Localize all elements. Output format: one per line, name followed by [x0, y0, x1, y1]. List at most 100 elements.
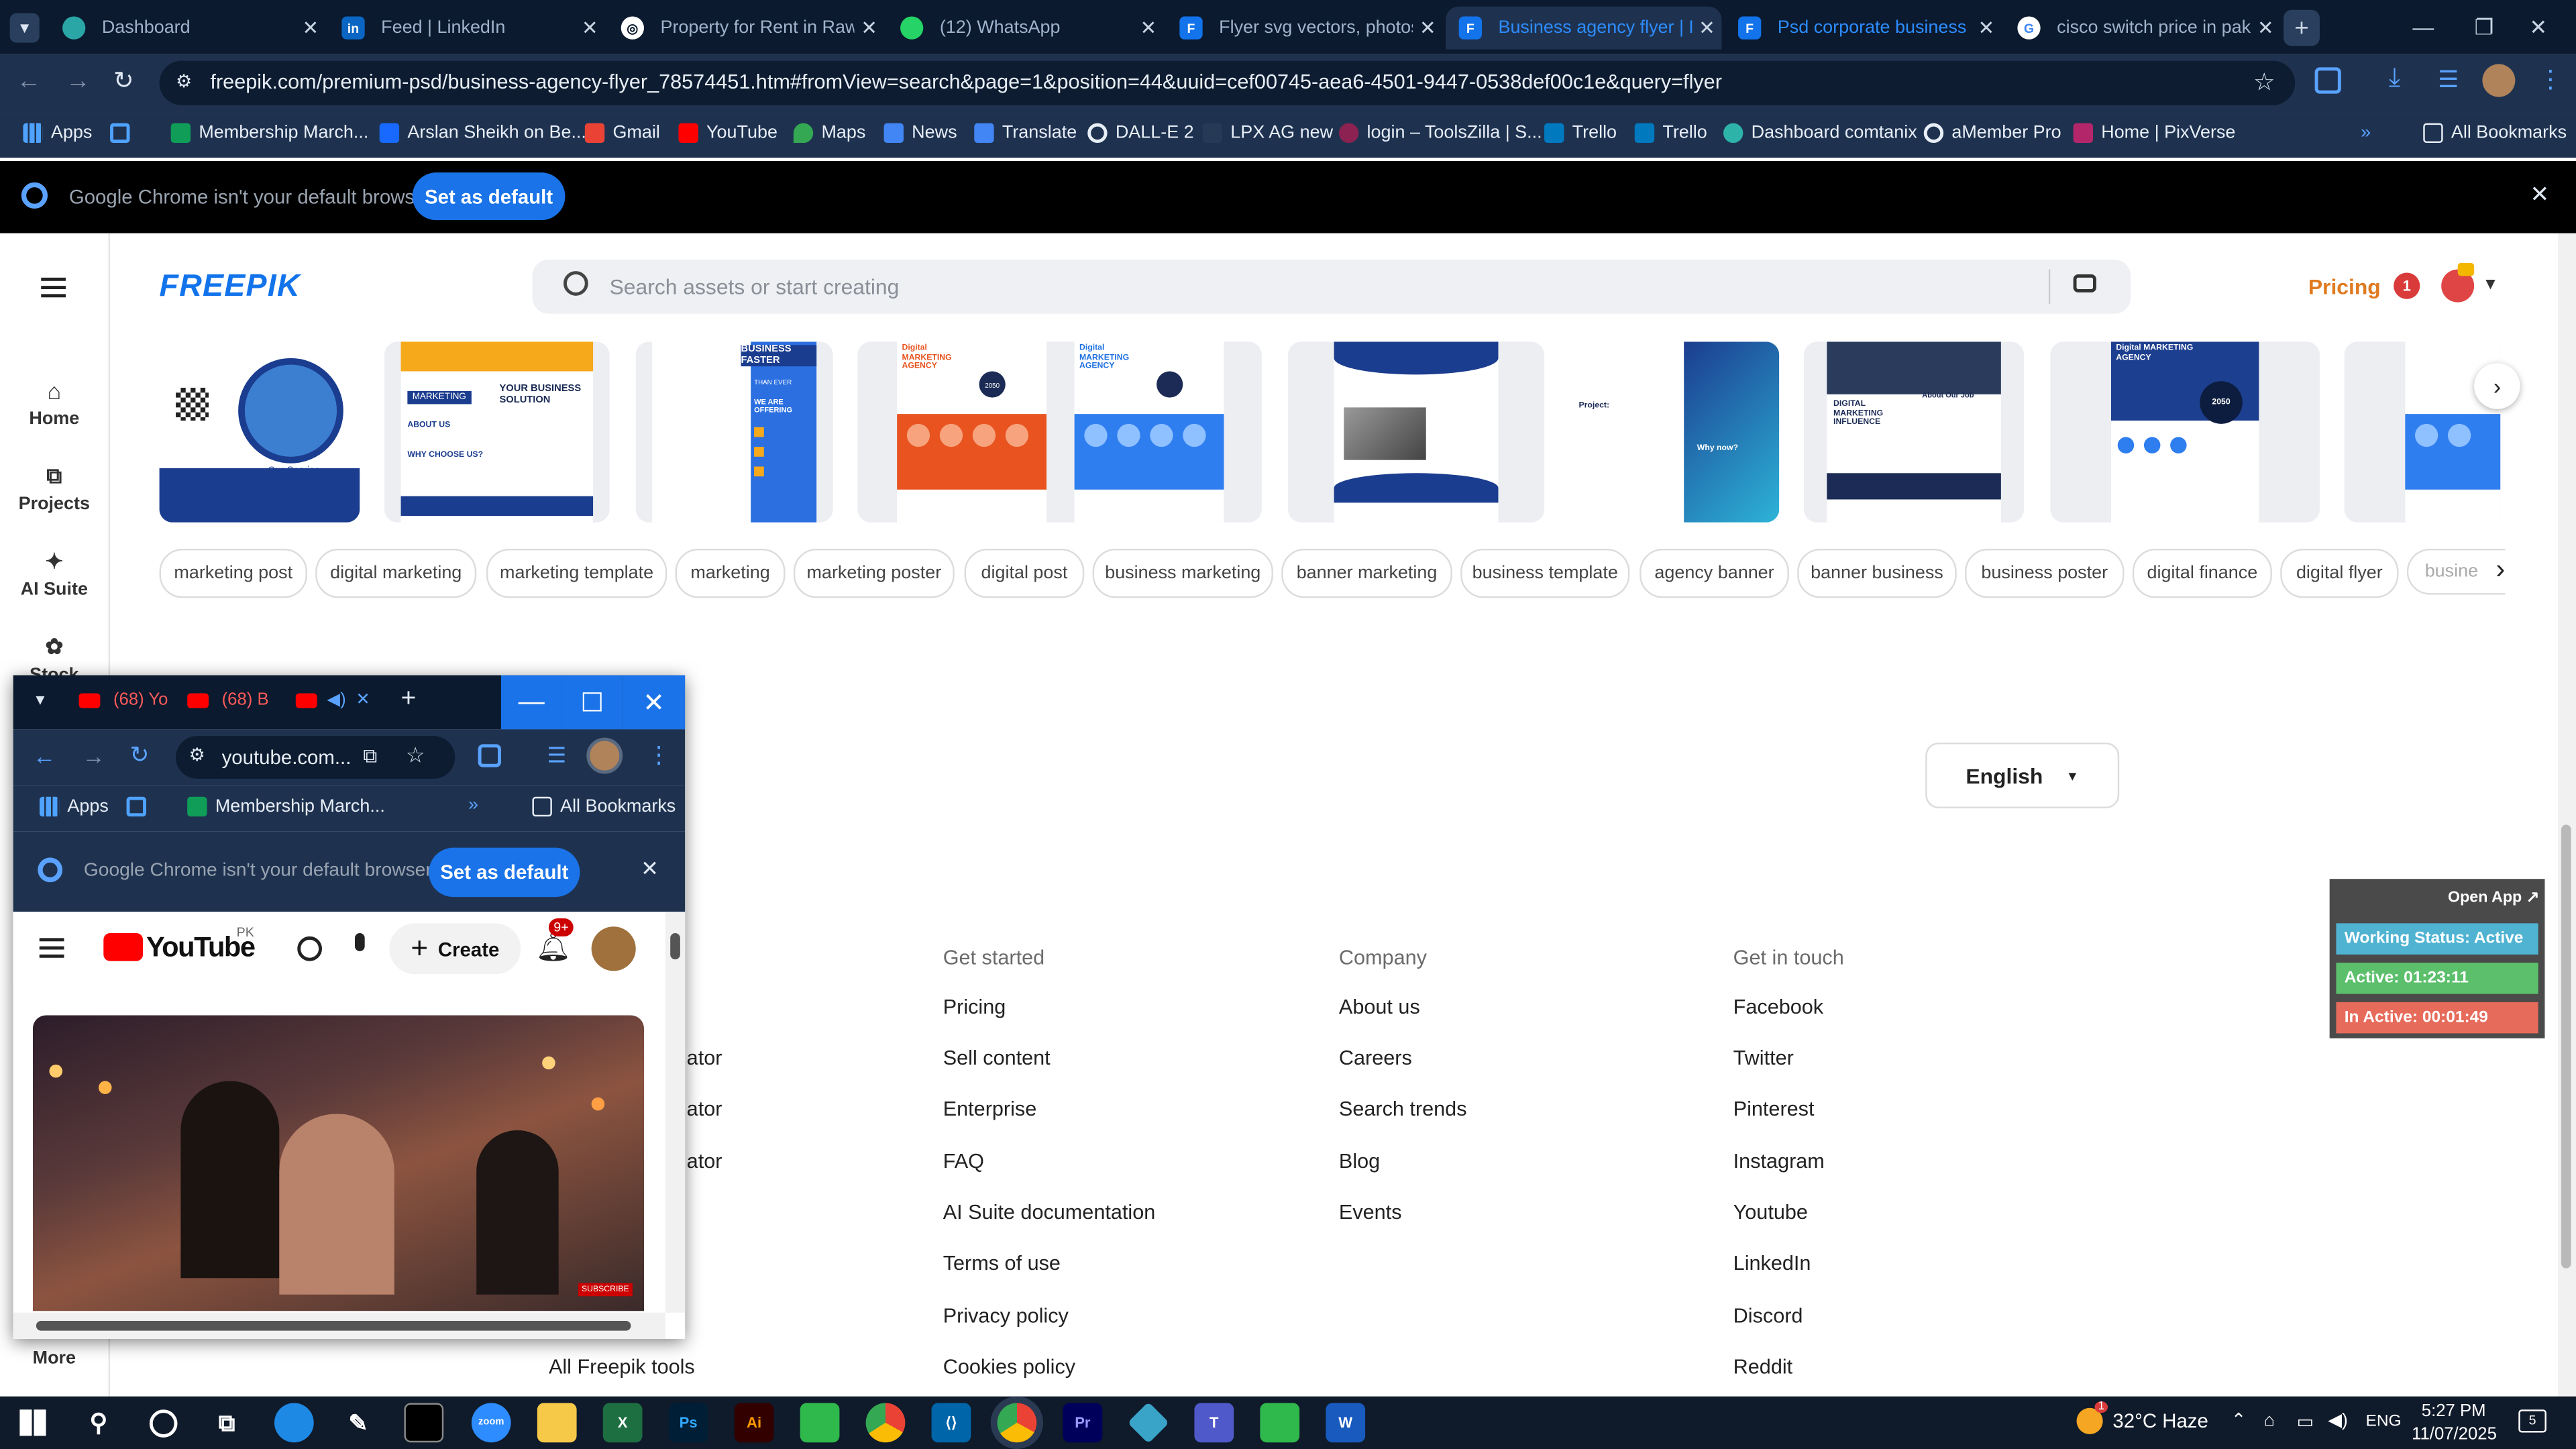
- bookmark-news[interactable]: News: [883, 123, 957, 144]
- plus-icon[interactable]: +: [401, 685, 417, 714]
- bookmark-pixverse[interactable]: Home | PixVerse: [2073, 123, 2235, 144]
- teams-icon[interactable]: T: [1194, 1403, 1234, 1443]
- camera-icon[interactable]: [2073, 274, 2096, 292]
- tag-chip[interactable]: business template: [1460, 548, 1630, 598]
- related-thumbnail-4[interactable]: Digital MARKETING AGENCY 2050 Digital MA…: [857, 341, 1262, 523]
- tag-chip[interactable]: business marketing: [1092, 548, 1273, 598]
- footer-link[interactable]: Sell content: [943, 1046, 1051, 1069]
- menu-kebab-icon[interactable]: ⋮: [2538, 64, 2563, 94]
- tag-chip[interactable]: marketing post: [159, 548, 307, 598]
- excel-icon[interactable]: X: [602, 1403, 643, 1443]
- bookmark-translate[interactable]: Translate: [974, 123, 1077, 144]
- footer-link[interactable]: Instagram: [1733, 1150, 1825, 1173]
- scrollbar-thumb[interactable]: [36, 1320, 631, 1331]
- search-bar[interactable]: Search assets or start creating: [532, 259, 2131, 314]
- profile-avatar[interactable]: [2482, 64, 2516, 97]
- bookmarks-overflow-icon[interactable]: »: [2361, 123, 2371, 143]
- all-bookmarks[interactable]: All Bookmarks: [2423, 123, 2567, 144]
- footer-link[interactable]: ator: [687, 1046, 722, 1069]
- footer-link[interactable]: Events: [1339, 1201, 1402, 1224]
- close-icon[interactable]: ✕: [1413, 16, 1442, 39]
- people-icon[interactable]: ⌂: [2264, 1411, 2275, 1431]
- footer-link[interactable]: LinkedIn: [1733, 1252, 1811, 1275]
- tag-chip[interactable]: marketing poster: [793, 548, 955, 598]
- tag-chip[interactable]: agency banner: [1640, 548, 1789, 598]
- tab-business-agency-flyer[interactable]: F Business agency flyer | Pr ✕: [1446, 6, 1722, 50]
- sidebar-item-ai-suite[interactable]: ✦ AI Suite: [0, 549, 109, 600]
- all-bookmarks[interactable]: All Bookmarks: [532, 796, 676, 817]
- bookmark-dalle[interactable]: DALL-E 2: [1087, 123, 1194, 144]
- tag-chip[interactable]: digital flyer: [2280, 548, 2399, 598]
- footer-link[interactable]: All Freepik tools: [549, 1355, 695, 1378]
- close-icon[interactable]: ✕: [1134, 16, 1163, 39]
- footer-link[interactable]: Privacy policy: [943, 1304, 1069, 1327]
- url-text[interactable]: freepik.com/premium-psd/business-agency-…: [210, 70, 1721, 93]
- word-icon[interactable]: W: [1326, 1403, 1366, 1443]
- clock-date[interactable]: 11/07/2025: [2412, 1424, 2497, 1444]
- chrome-icon[interactable]: [865, 1403, 906, 1443]
- popup-tab-3[interactable]: ◀) ✕: [295, 690, 370, 710]
- tag-chip[interactable]: banner business: [1797, 548, 1957, 598]
- network-icon[interactable]: ▭: [2297, 1411, 2314, 1432]
- tab-psd-corporate[interactable]: F Psd corporate business fl ✕: [1725, 7, 2000, 50]
- bookmarks-overflow-icon[interactable]: »: [468, 795, 478, 814]
- notification-bell[interactable]: 1: [2394, 272, 2420, 299]
- tag-chip[interactable]: digital post: [964, 548, 1085, 598]
- footer-link[interactable]: Blog: [1339, 1150, 1380, 1173]
- scrollbar-thumb[interactable]: [670, 933, 680, 960]
- hamburger-menu-icon[interactable]: [39, 938, 64, 958]
- set-default-button[interactable]: Set as default: [429, 847, 580, 898]
- tab-dashboard[interactable]: Dashboard ✕: [49, 7, 325, 50]
- related-thumbnail-7[interactable]: DIGITAL MARKETING INFLUENCE About Our Jo…: [1803, 341, 2025, 523]
- cortana-icon[interactable]: [143, 1403, 182, 1442]
- chevron-up-icon[interactable]: ⌃: [2231, 1409, 2247, 1431]
- sidebar-item-projects[interactable]: ⧉ Projects: [0, 464, 109, 515]
- popup-tab-2[interactable]: (68) B: [187, 690, 269, 710]
- pricing-link[interactable]: Pricing: [2308, 274, 2381, 299]
- footer-link[interactable]: ator: [687, 1097, 722, 1120]
- star-icon[interactable]: ☆: [2253, 67, 2275, 97]
- tag-chip[interactable]: digital finance: [2132, 548, 2272, 598]
- reload-icon[interactable]: ↻: [113, 66, 134, 95]
- popup-tab-1[interactable]: (68) Yo: [78, 690, 168, 710]
- footer-link[interactable]: Discord: [1733, 1304, 1803, 1327]
- new-tab-button[interactable]: +: [2284, 9, 2320, 46]
- premiere-icon[interactable]: Pr: [1063, 1403, 1103, 1443]
- search-icon[interactable]: [297, 936, 323, 961]
- open-app-button[interactable]: Open App ↗: [2448, 889, 2539, 907]
- app-icon[interactable]: [1127, 1401, 1170, 1444]
- tab-flyer-svg[interactable]: F Flyer svg vectors, photos a ✕: [1167, 7, 1442, 50]
- scrollbar-thumb[interactable]: [2561, 824, 2571, 1269]
- footer-link[interactable]: Facebook: [1733, 996, 1823, 1018]
- video-thumbnail[interactable]: SUBSCRIBE: [32, 1015, 645, 1311]
- language-indicator[interactable]: ENG: [2366, 1413, 2402, 1431]
- related-thumbnail-5[interactable]: [1288, 341, 1545, 523]
- sidebar-item-home[interactable]: ⌂ Home: [0, 378, 109, 429]
- green-app-icon[interactable]: [800, 1403, 840, 1443]
- back-arrow-icon[interactable]: ←: [16, 67, 41, 95]
- install-icon[interactable]: ⧉: [363, 744, 377, 769]
- start-button[interactable]: [13, 1403, 53, 1442]
- related-thumbnail-9[interactable]: [2344, 341, 2501, 523]
- forward-arrow-icon[interactable]: →: [82, 743, 105, 769]
- footer-link[interactable]: Pinterest: [1733, 1097, 1815, 1120]
- chevron-down-icon[interactable]: ▼: [2482, 276, 2498, 294]
- thumbnails-next-button[interactable]: ›: [2474, 363, 2520, 409]
- close-icon[interactable]: ✕: [575, 16, 604, 39]
- close-icon[interactable]: ✕: [641, 856, 659, 882]
- tab-whatsapp[interactable]: (12) WhatsApp ✕: [887, 7, 1163, 50]
- close-icon[interactable]: ✕: [854, 16, 883, 39]
- tag-chip[interactable]: banner marketing: [1281, 548, 1452, 598]
- search-input[interactable]: Search assets or start creating: [610, 274, 900, 299]
- bell-icon[interactable]: 🔔︎: [535, 932, 571, 965]
- star-icon[interactable]: ☆: [406, 743, 425, 769]
- footer-link[interactable]: About us: [1339, 996, 1420, 1018]
- bookmark-membership[interactable]: Membership March...: [170, 123, 369, 144]
- extensions-icon[interactable]: [2314, 67, 2341, 94]
- omnibox[interactable]: ⚙ freepik.com/premium-psd/business-agenc…: [159, 60, 2296, 105]
- footer-link[interactable]: ator: [687, 1150, 722, 1173]
- avatar[interactable]: [591, 926, 636, 971]
- footer-link[interactable]: AI Suite documentation: [943, 1201, 1156, 1224]
- tab-groups-icon[interactable]: [110, 123, 138, 144]
- close-icon[interactable]: ✕: [1692, 16, 1721, 39]
